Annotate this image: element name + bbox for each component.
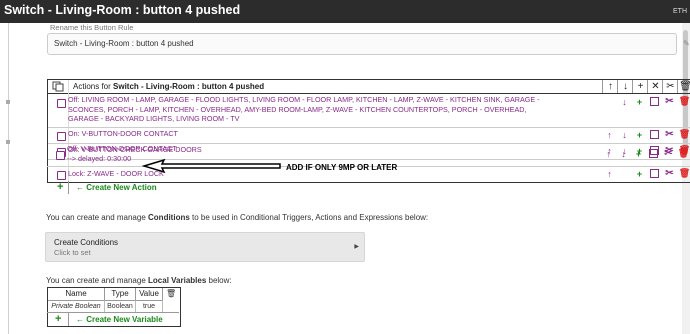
variables-info: You can create and manage Local Variable… bbox=[46, 276, 232, 285]
side-marker bbox=[6, 140, 10, 144]
caret-right-icon: ▶ bbox=[354, 244, 359, 250]
move-down-icon[interactable]: ↓ bbox=[617, 130, 632, 140]
select-all-icon[interactable] bbox=[52, 81, 65, 92]
actions-header-name: Switch - Living-Room : button 4 pushed bbox=[113, 82, 265, 91]
conditions-info-prefix: You can create and manage bbox=[46, 213, 149, 222]
var-value[interactable]: true bbox=[136, 300, 163, 312]
move-up-icon[interactable]: ↑ bbox=[602, 130, 617, 140]
plus-icon[interactable]: + bbox=[632, 80, 648, 93]
select-icon[interactable] bbox=[647, 168, 662, 179]
scissors-icon[interactable]: ✂ bbox=[662, 80, 678, 93]
actions-header-prefix: Actions for bbox=[73, 82, 114, 91]
delete-icon[interactable]: 🗑 bbox=[677, 129, 690, 140]
action-text-main: Off: V-BUTTON-DOOR CONTACT bbox=[67, 144, 177, 153]
rename-input-value: Switch - Living-Room : button 4 pushed bbox=[54, 39, 194, 48]
window-title: Switch - Living-Room : button 4 pushed bbox=[4, 3, 241, 17]
scissors-icon[interactable]: ✂ bbox=[662, 96, 677, 107]
conditions-info-bold: Conditions bbox=[148, 213, 190, 222]
actions-header-title: Actions for Switch - Living-Room : butto… bbox=[68, 80, 264, 93]
move-down-icon[interactable]: ↓ bbox=[616, 149, 631, 159]
divider bbox=[68, 181, 69, 194]
move-up-icon[interactable]: ↑ bbox=[602, 169, 617, 179]
create-conditions-sub: Click to set bbox=[54, 248, 91, 257]
var-type[interactable]: Boolean bbox=[105, 300, 136, 312]
trash-icon[interactable]: 🗑 bbox=[166, 289, 176, 298]
rename-label: Rename this Button Rule bbox=[50, 23, 134, 32]
create-new-action[interactable]: + ← Create New Action bbox=[47, 181, 690, 194]
select-icon[interactable] bbox=[646, 148, 661, 159]
insert-icon[interactable]: + bbox=[632, 130, 647, 140]
col-name: Name bbox=[48, 288, 105, 300]
select-icon[interactable] bbox=[647, 96, 662, 107]
annotation-arrow bbox=[142, 159, 281, 173]
rename-input[interactable]: Switch - Living-Room : button 4 pushed bbox=[47, 33, 677, 55]
action-delay: --> delayed: 0:30:00 bbox=[67, 153, 132, 163]
row-checkbox[interactable] bbox=[56, 151, 65, 160]
action-text[interactable]: Off: LIVING ROOM - LAMP, GARAGE - FLOOD … bbox=[68, 95, 558, 124]
trash-icon[interactable]: 🗑 bbox=[677, 80, 690, 93]
variables-info-suffix: below: bbox=[206, 276, 232, 285]
close-icon[interactable]: ✕ bbox=[647, 80, 663, 93]
variables-info-prefix: You can create and manage bbox=[46, 276, 149, 285]
row-checkbox[interactable] bbox=[57, 171, 66, 180]
title-bar: Switch - Living-Room : button 4 pushed E… bbox=[0, 0, 690, 23]
arrow-up-icon[interactable]: ↑ bbox=[602, 80, 618, 93]
plus-icon[interactable]: + bbox=[55, 313, 61, 325]
create-new-action-label[interactable]: ← Create New Action bbox=[76, 183, 157, 192]
eth-label: ETH bbox=[673, 8, 687, 15]
insert-icon[interactable]: + bbox=[632, 97, 647, 107]
delete-icon[interactable]: 🗑 bbox=[676, 148, 690, 159]
col-type: Type bbox=[105, 288, 136, 300]
insert-icon[interactable]: + bbox=[632, 169, 647, 179]
plus-icon[interactable]: + bbox=[57, 181, 63, 193]
insert-icon[interactable]: + bbox=[631, 149, 646, 159]
create-new-variable[interactable]: + ← Create New Variable bbox=[47, 312, 179, 326]
action-text[interactable]: Off: V-BUTTON-DOOR CONTACT --> delayed: … bbox=[67, 144, 557, 163]
annotation-text: ADD IF ONLY 9MP OR LATER bbox=[286, 163, 398, 172]
action-text[interactable]: On: V-BUTTON-DOOR CONTACT bbox=[68, 129, 558, 139]
conditions-info: You can create and manage Conditions to … bbox=[46, 213, 428, 222]
pencil-icon[interactable]: ✎ bbox=[683, 39, 690, 48]
actions-header: Actions for Switch - Living-Room : butto… bbox=[48, 80, 690, 94]
row-checkbox[interactable] bbox=[57, 132, 66, 141]
conditions-info-suffix: to be used in Conditional Triggers, Acti… bbox=[189, 213, 429, 222]
move-up-icon[interactable]: ↑ bbox=[601, 149, 616, 159]
var-name[interactable]: Private Boolean bbox=[48, 300, 105, 312]
select-icon[interactable] bbox=[647, 129, 662, 140]
action-row[interactable]: Off: LIVING ROOM - LAMP, GARAGE - FLOOD … bbox=[48, 94, 690, 128]
col-value: Value bbox=[136, 288, 163, 300]
scissors-icon[interactable]: ✂ bbox=[661, 148, 676, 159]
delete-icon[interactable]: 🗑 bbox=[677, 168, 690, 179]
scissors-icon[interactable]: ✂ bbox=[662, 168, 677, 179]
create-conditions-button[interactable]: Create Conditions Click to set ▶ bbox=[45, 232, 365, 262]
create-new-variable-label[interactable]: ← Create New Variable bbox=[76, 315, 163, 324]
variables-info-bold: Local Variables bbox=[148, 276, 207, 285]
action-row[interactable]: On: V-BUTTON-DOOR CONTACT ↑ ↓ + ✂ 🗑 bbox=[48, 128, 690, 144]
arrow-down-icon[interactable]: ↓ bbox=[617, 80, 633, 93]
divider bbox=[68, 313, 69, 326]
left-divider bbox=[8, 23, 9, 334]
move-down-icon[interactable]: ↓ bbox=[617, 97, 632, 107]
side-marker bbox=[6, 100, 10, 104]
scissors-icon[interactable]: ✂ bbox=[662, 129, 677, 140]
row-checkbox[interactable] bbox=[57, 99, 66, 108]
delete-icon[interactable]: 🗑 bbox=[677, 96, 690, 107]
create-conditions-title: Create Conditions bbox=[54, 238, 119, 247]
